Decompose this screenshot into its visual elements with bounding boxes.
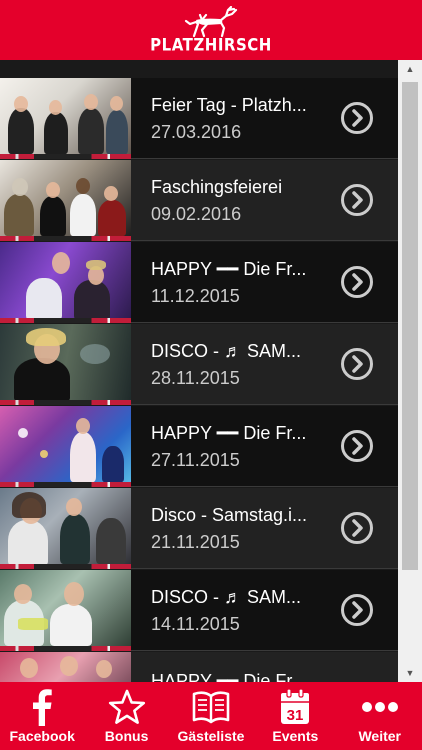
event-title: DISCO - ♬ SAM... <box>151 586 302 607</box>
event-date: 28.11.2015 <box>151 367 240 388</box>
platzhirsch-logo: PLATZHIRSCH <box>150 6 272 55</box>
event-title: HAPPY ━━ Die Fr... <box>151 258 307 279</box>
tab-facebook[interactable]: Facebook <box>0 688 84 744</box>
tab-events[interactable]: 31 Events <box>253 688 337 744</box>
chevron-right-icon[interactable] <box>340 511 374 545</box>
tab-label: Events <box>272 728 319 744</box>
event-title: Feier Tag - Platzh... <box>151 94 307 115</box>
event-list[interactable]: Feier Tag - Platzh... 27.03.2016 Faschin… <box>0 60 398 682</box>
event-thumbnail <box>0 242 131 323</box>
star-icon <box>108 689 145 724</box>
chevron-right-icon[interactable] <box>340 429 374 463</box>
event-row[interactable]: DISCO - ♬ SAM... 28.11.2015 <box>0 324 398 405</box>
event-row[interactable]: HAPPY ━━ Die Fr... 11.12.2015 <box>0 242 398 323</box>
event-date: 21.11.2015 <box>151 531 240 552</box>
event-row[interactable]: HAPPY ━━ Die Fr... 27.11.2015 <box>0 406 398 487</box>
scrollbar[interactable]: ▲ ▼ <box>398 60 422 682</box>
event-thumbnail <box>0 570 131 651</box>
tab-label: Facebook <box>9 728 75 744</box>
chevron-right-icon[interactable] <box>340 347 374 381</box>
event-row[interactable]: DISCO - ♬ SAM... 14.11.2015 <box>0 570 398 651</box>
event-date: 27.03.2016 <box>151 121 242 142</box>
deer-icon <box>184 6 238 38</box>
event-thumbnail <box>0 406 131 487</box>
tab-label: Bonus <box>104 728 149 744</box>
event-date: 27.11.2015 <box>151 449 240 470</box>
scrollbar-thumb[interactable] <box>402 82 418 570</box>
event-date: 14.11.2015 <box>151 613 240 634</box>
tab-gaesteliste[interactable]: Gästeliste <box>169 688 253 744</box>
chevron-right-icon[interactable] <box>340 101 374 135</box>
bottom-tab-bar: Facebook Bonus Gästeliste 31 Events Weit… <box>0 682 422 750</box>
calendar-icon: 31 <box>281 688 310 724</box>
scroll-up-arrow-icon[interactable]: ▲ <box>398 60 422 78</box>
event-date: 09.02.2016 <box>151 203 242 224</box>
chevron-right-icon[interactable] <box>340 265 374 299</box>
event-thumbnail <box>0 78 131 159</box>
tab-label: Weiter <box>358 728 402 744</box>
event-row[interactable]: Disco - Samstag.i... 21.11.2015 <box>0 488 398 569</box>
event-thumbnail <box>0 160 131 241</box>
facebook-icon <box>33 689 52 726</box>
tab-weiter[interactable]: Weiter <box>338 688 422 744</box>
tab-bonus[interactable]: Bonus <box>85 688 169 744</box>
logo-text: PLATZHIRSCH <box>150 35 272 55</box>
more-icon <box>361 702 398 712</box>
event-title: HAPPY ━━ Die Fr... <box>151 671 307 682</box>
calendar-day-number: 31 <box>287 707 304 724</box>
event-thumbnail <box>0 324 131 405</box>
event-title: DISCO - ♬ SAM... <box>151 340 302 361</box>
app-header: PLATZHIRSCH <box>0 0 422 60</box>
event-date: 11.12.2015 <box>151 285 240 306</box>
event-row[interactable]: Faschingsfeierei 09.02.2016 <box>0 160 398 241</box>
event-title: HAPPY ━━ Die Fr... <box>151 422 307 443</box>
scroll-down-arrow-icon[interactable]: ▼ <box>398 664 422 682</box>
event-thumbnail <box>0 652 131 682</box>
chevron-right-icon[interactable] <box>340 593 374 627</box>
event-row[interactable]: Feier Tag - Platzh... 27.03.2016 <box>0 78 398 159</box>
event-title: Disco - Samstag.i... <box>151 504 308 525</box>
chevron-right-icon[interactable] <box>340 183 374 217</box>
book-icon <box>192 691 230 724</box>
tab-label: Gästeliste <box>177 728 245 744</box>
event-title: Faschingsfeierei <box>151 176 283 197</box>
event-row[interactable]: HAPPY ━━ Die Fr... <box>0 652 398 682</box>
event-thumbnail <box>0 488 131 569</box>
